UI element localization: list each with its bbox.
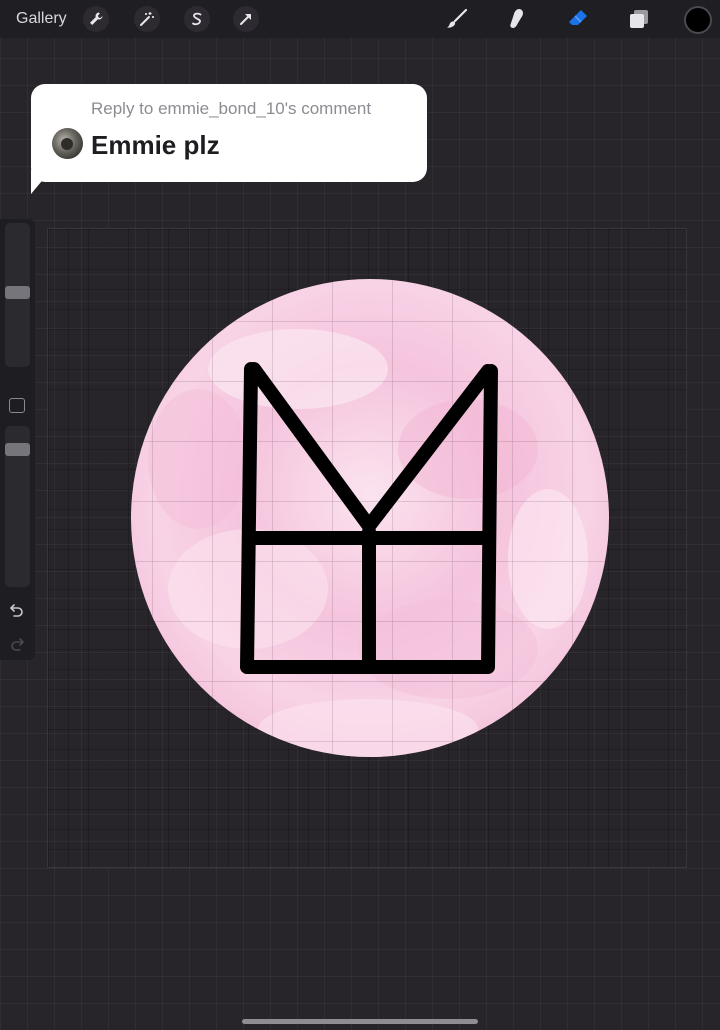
brush-size-slider[interactable] <box>5 223 30 367</box>
redo-icon[interactable] <box>8 635 26 653</box>
sidebar <box>0 219 35 660</box>
home-indicator[interactable] <box>242 1019 478 1024</box>
reply-bubble: Reply to emmie_bond_10's comment Emmie p… <box>31 84 427 182</box>
transform-arrow-icon[interactable] <box>233 6 259 32</box>
reply-comment-text: Emmie plz <box>91 130 220 160</box>
eraser-icon[interactable] <box>565 6 591 32</box>
selection-icon[interactable] <box>184 6 210 32</box>
color-swatch[interactable] <box>684 6 712 34</box>
reply-to-label: Reply to emmie_bond_10's comment <box>91 99 372 118</box>
avatar <box>52 128 83 159</box>
drawing-canvas[interactable] <box>47 228 687 868</box>
wrench-icon[interactable] <box>83 6 109 32</box>
magic-wand-icon[interactable] <box>134 6 160 32</box>
layers-icon[interactable] <box>626 6 652 32</box>
top-toolbar: Gallery <box>0 0 720 38</box>
opacity-slider[interactable] <box>5 426 30 587</box>
smudge-icon[interactable] <box>504 6 530 32</box>
gallery-button[interactable]: Gallery <box>16 10 67 28</box>
undo-icon[interactable] <box>8 601 26 619</box>
brush-icon[interactable] <box>444 6 470 32</box>
opacity-slider-thumb[interactable] <box>5 443 30 456</box>
brush-size-slider-thumb[interactable] <box>5 286 30 299</box>
canvas-artwork <box>131 279 609 757</box>
modify-icon[interactable] <box>9 398 25 413</box>
